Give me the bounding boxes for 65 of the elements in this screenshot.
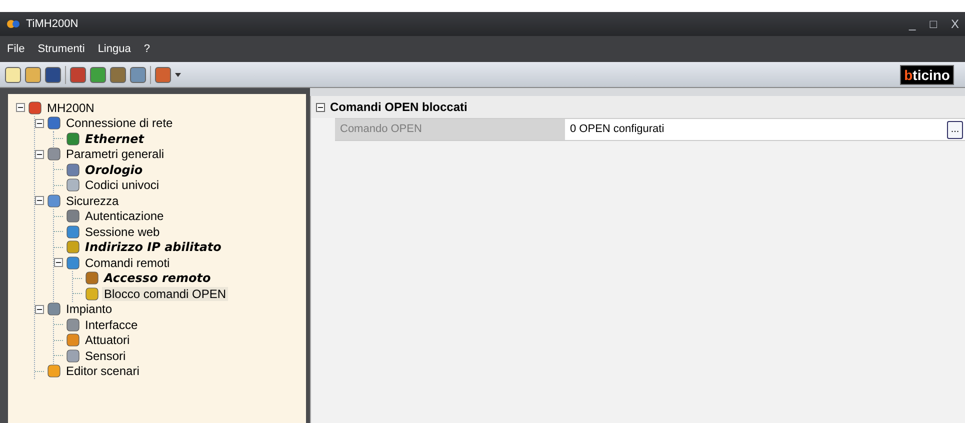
expand-toggle[interactable]: [35, 118, 44, 128]
node-icon: [47, 364, 61, 378]
tree-item[interactable]: Attuatori: [83, 333, 132, 348]
brand-logo: bticino: [900, 64, 954, 84]
expand-toggle[interactable]: [54, 258, 63, 268]
minimize-button[interactable]: _: [909, 15, 916, 33]
node-icon: [66, 240, 80, 254]
menu-item[interactable]: File: [7, 40, 25, 58]
node-icon: [47, 194, 61, 208]
node-icon: [66, 318, 80, 332]
tree-item[interactable]: Sessione web: [83, 224, 162, 239]
tree-item[interactable]: Accesso remoto: [102, 271, 213, 286]
close-button[interactable]: X: [950, 15, 959, 33]
expand-toggle[interactable]: [35, 150, 44, 159]
toolbar-icon[interactable]: [110, 66, 126, 82]
maximize-button[interactable]: □: [930, 15, 937, 33]
collapse-toggle[interactable]: [316, 102, 325, 112]
app-icon: [6, 18, 20, 30]
menu-item[interactable]: Strumenti: [38, 40, 85, 58]
node-icon: [66, 256, 80, 270]
menu-item[interactable]: ?: [144, 40, 150, 58]
property-value: 0 OPEN configurati: [570, 122, 664, 138]
node-icon: [47, 147, 61, 162]
node-icon: [66, 224, 80, 239]
node-icon: [28, 100, 42, 115]
tree-item[interactable]: Editor scenari: [64, 364, 142, 378]
toolbar-icon[interactable]: [45, 66, 61, 82]
tree-item[interactable]: Orologio: [83, 162, 145, 177]
node-icon: [66, 178, 80, 192]
tree-item[interactable]: Sicurezza: [64, 194, 121, 208]
tree-item[interactable]: Impianto: [64, 302, 114, 316]
node-icon: [85, 286, 99, 301]
toolbar-icon[interactable]: [5, 66, 21, 82]
menu-item[interactable]: Lingua: [98, 40, 131, 58]
node-icon: [47, 116, 61, 130]
tree-item[interactable]: Interfacce: [83, 318, 140, 332]
toolbar-icon[interactable]: [155, 66, 171, 82]
category-title: Comandi OPEN bloccati: [330, 99, 468, 116]
node-icon: [66, 348, 80, 363]
window-title: TiMH200N: [26, 16, 78, 32]
tree-item[interactable]: Comandi remoti: [83, 256, 172, 270]
toolbar-icon[interactable]: [130, 66, 146, 82]
expand-toggle[interactable]: [35, 196, 44, 206]
tree-item[interactable]: Autenticazione: [83, 209, 166, 224]
tree-item[interactable]: Indirizzo IP abilitato: [83, 240, 224, 254]
tree-item[interactable]: Connessione di rete: [64, 116, 175, 130]
property-name: Comando OPEN: [335, 119, 565, 140]
dropdown-caret-icon[interactable]: [175, 72, 181, 76]
expand-toggle[interactable]: [35, 304, 44, 314]
tree-item[interactable]: Blocco comandi OPEN: [102, 286, 228, 301]
expand-toggle[interactable]: [16, 103, 25, 112]
node-icon: [66, 209, 80, 224]
toolbar-icon[interactable]: [25, 66, 41, 82]
tree-item[interactable]: MH200N: [45, 100, 96, 115]
tree-item[interactable]: Parametri generali: [64, 147, 166, 162]
tree-item[interactable]: Sensori: [83, 348, 128, 363]
tree-item[interactable]: Ethernet: [83, 132, 146, 146]
node-icon: [66, 333, 80, 348]
node-icon: [66, 162, 80, 177]
tree-item[interactable]: Codici univoci: [83, 178, 162, 192]
node-icon: [66, 132, 80, 146]
node-icon: [47, 302, 61, 316]
toolbar-icon[interactable]: [90, 66, 106, 82]
node-icon: [85, 271, 99, 286]
toolbar-icon[interactable]: [70, 66, 86, 82]
